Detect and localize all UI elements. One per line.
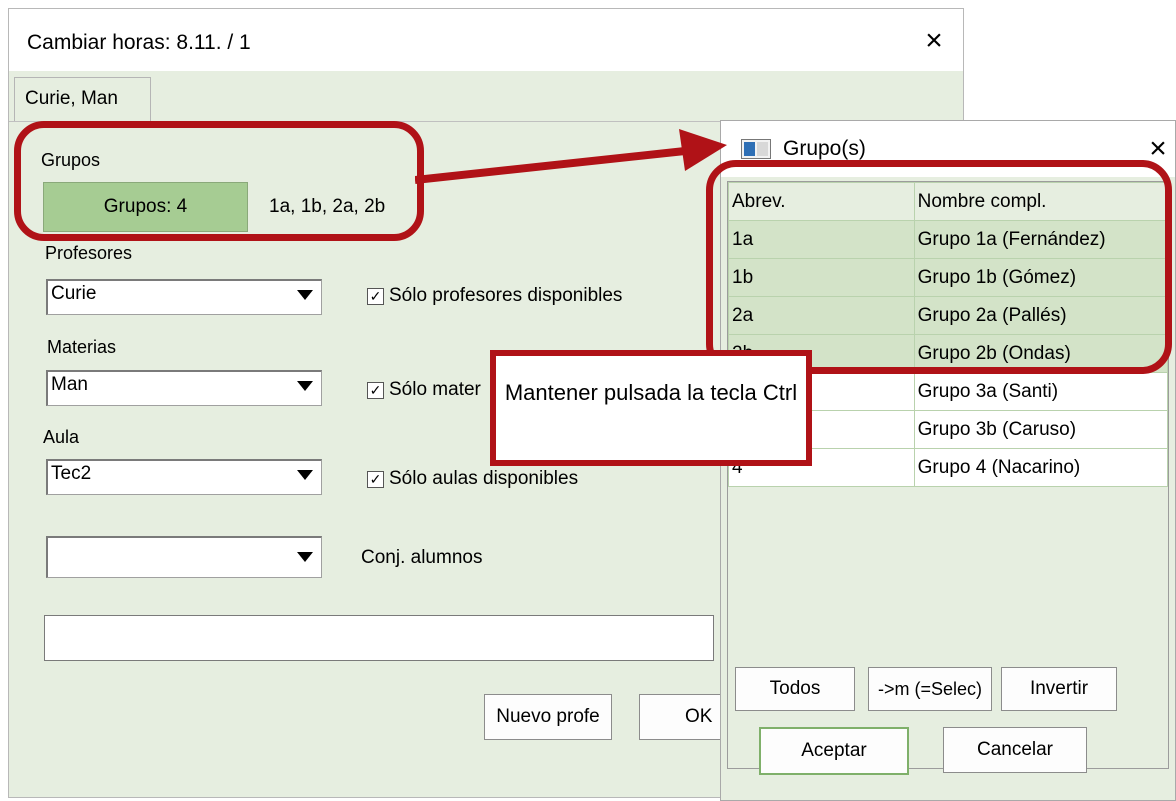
cancelar-button[interactable]: Cancelar bbox=[943, 727, 1087, 773]
chevron-down-icon bbox=[297, 552, 313, 562]
chevron-down-icon bbox=[297, 290, 313, 300]
ctrl-callout: Mantener pulsada la tecla Ctrl bbox=[490, 350, 812, 466]
dialog-titlebar: Cambiar horas: 8.11. / 1 × bbox=[9, 9, 963, 71]
cell-nombre: Grupo 3a (Santi) bbox=[913, 372, 1169, 411]
grupos-highlight bbox=[14, 121, 424, 241]
materias-value: Man bbox=[51, 374, 88, 395]
tab-curie-man[interactable]: Curie, Man bbox=[14, 77, 151, 121]
invertir-button[interactable]: Invertir bbox=[1001, 667, 1117, 711]
cell-nombre: Grupo 3b (Caruso) bbox=[913, 410, 1169, 449]
chevron-down-icon bbox=[297, 381, 313, 391]
aula-value: Tec2 bbox=[51, 463, 92, 484]
aceptar-button[interactable]: Aceptar bbox=[759, 727, 909, 775]
profesores-checkbox-label: Sólo profesores disponibles bbox=[389, 285, 623, 306]
cell-nombre: Grupo 4 (Nacarino) bbox=[913, 448, 1169, 487]
materias-checkbox-label: Sólo mater bbox=[389, 379, 481, 400]
chevron-down-icon bbox=[297, 470, 313, 480]
materias-select[interactable]: Man bbox=[46, 370, 322, 406]
text-field[interactable] bbox=[44, 615, 714, 661]
groups-selection-highlight bbox=[706, 160, 1172, 374]
groups-title: Grupo(s) bbox=[783, 137, 866, 160]
profesores-label: Profesores bbox=[45, 243, 133, 263]
materias-checkbox[interactable]: ✓ bbox=[367, 382, 384, 399]
select-button[interactable]: ->m (=Selec) bbox=[868, 667, 992, 711]
profesores-checkbox[interactable]: ✓ bbox=[367, 288, 384, 305]
todos-button[interactable]: Todos bbox=[735, 667, 855, 711]
materias-label: Materias bbox=[47, 337, 117, 357]
aula-label: Aula bbox=[43, 427, 80, 447]
aulas-checkbox[interactable]: ✓ bbox=[367, 471, 384, 488]
dialog-title: Cambiar horas: 8.11. / 1 bbox=[27, 31, 251, 54]
close-icon[interactable]: × bbox=[914, 21, 954, 61]
arrow-icon bbox=[415, 129, 727, 184]
window-icon bbox=[741, 139, 771, 159]
nuevo-profe-button[interactable]: Nuevo profe bbox=[484, 694, 612, 740]
conj-alumnos-select[interactable] bbox=[46, 536, 322, 578]
conj-alumnos-label: Conj. alumnos bbox=[361, 547, 483, 568]
profesores-select[interactable]: Curie bbox=[46, 279, 322, 315]
profesores-value: Curie bbox=[51, 283, 97, 304]
aula-select[interactable]: Tec2 bbox=[46, 459, 322, 495]
aulas-checkbox-label: Sólo aulas disponibles bbox=[389, 468, 579, 489]
